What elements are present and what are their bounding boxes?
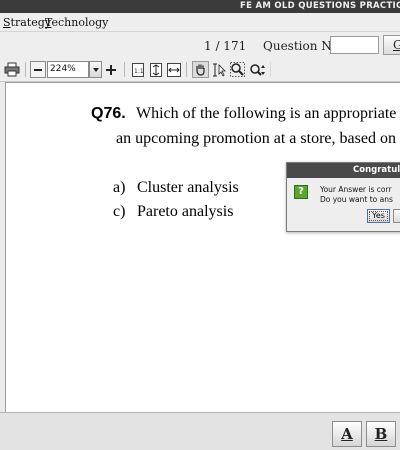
menu-technology-label: echnology <box>51 16 109 29</box>
toolbar-separator <box>270 62 271 77</box>
toolbar-separator <box>25 62 26 77</box>
menu-technology[interactable]: Technology <box>45 16 108 29</box>
question-text-line-2: an upcoming promotion at a store, based … <box>116 130 400 147</box>
yes-button[interactable]: Yes <box>367 209 390 223</box>
toolbar-separator <box>124 62 125 77</box>
chevron-down-icon[interactable] <box>89 61 102 78</box>
menu-bar: Strategy Technology <box>0 13 400 32</box>
text-select-icon[interactable] <box>212 61 226 78</box>
answer-button-b[interactable]: B <box>366 421 396 447</box>
zoom-in-icon[interactable] <box>104 61 118 78</box>
print-icon[interactable] <box>3 61 21 78</box>
dialog-message-line-2: Do you want to ans <box>320 195 393 204</box>
go-button[interactable]: G <box>383 35 400 55</box>
window-title-bar: FE AM OLD QUESTIONS PRACTICE SC <box>0 0 400 13</box>
toolbar-separator <box>186 62 187 77</box>
dialog-message: Your Answer is corr Do you want to ans <box>320 185 393 205</box>
congratulations-dialog: Congratula ? Your Answer is corr Do you … <box>286 162 400 232</box>
option-text: Pareto analysis <box>137 203 234 220</box>
no-button[interactable] <box>393 209 400 223</box>
pdf-toolbar: 224% 1:1 <box>0 58 400 82</box>
menu-strategy[interactable]: Strategy <box>3 16 51 29</box>
zoom-out-icon[interactable] <box>30 61 46 78</box>
answer-button-a[interactable]: A <box>332 421 362 447</box>
question-text-line-1: Which of the following is an appropriate… <box>136 105 400 122</box>
answer-option-c: c) Pareto analysis <box>113 203 233 221</box>
option-letter: a) <box>113 179 126 196</box>
dynamic-zoom-icon[interactable] <box>248 61 266 78</box>
answer-bar: A B <box>0 412 400 450</box>
marquee-zoom-icon[interactable] <box>229 61 245 78</box>
fit-width-icon[interactable] <box>167 61 181 78</box>
question-number-input[interactable] <box>330 36 379 54</box>
question-number: Q76. <box>91 105 126 122</box>
actual-size-icon[interactable]: 1:1 <box>131 61 145 78</box>
dialog-title: Congratula <box>287 163 400 178</box>
document-viewer[interactable]: Q76. Which of the following is an approp… <box>5 82 400 412</box>
window-title: FE AM OLD QUESTIONS PRACTICE SC <box>240 1 400 11</box>
dialog-message-line-1: Your Answer is corr <box>320 185 392 194</box>
navigation-row: 1 / 171 Question No. G <box>0 32 400 60</box>
option-text: Cluster analysis <box>137 179 239 196</box>
fit-page-icon[interactable] <box>149 61 163 78</box>
option-letter: c) <box>113 203 126 220</box>
zoom-select[interactable]: 224% <box>47 61 89 78</box>
answer-option-a: a) Cluster analysis <box>113 179 239 197</box>
page-indicator: 1 / 171 <box>204 39 247 53</box>
menu-strategy-mnemonic: S <box>3 16 11 29</box>
hand-tool-icon[interactable] <box>192 61 209 78</box>
svg-text:1:1: 1:1 <box>134 68 144 75</box>
question-icon: ? <box>294 185 308 199</box>
